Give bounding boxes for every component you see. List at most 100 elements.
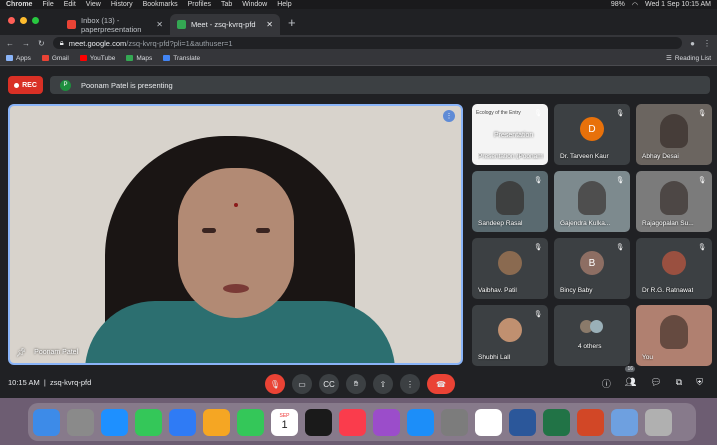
camera-icon: ▭ [298, 379, 306, 389]
bookmark-gmail[interactable]: Gmail [41, 55, 69, 62]
participant-tile[interactable]: Sandeep Rasal 🎙︎ [472, 171, 548, 232]
activities-icon[interactable]: ⧉ [676, 377, 682, 390]
reading-list-button[interactable]: ☰ Reading List [666, 54, 711, 63]
shared-slide-thumbnail: Ecology of the Entry [476, 110, 521, 116]
url-path: /zsq-kvrq-pfd?pli=1&authuser=1 [126, 38, 233, 48]
close-icon[interactable]: ✕ [156, 20, 163, 29]
participant-tile[interactable]: Rajagopalan Su... 🎙︎ [636, 171, 712, 232]
bookmark-translate[interactable]: Translate [163, 55, 200, 62]
close-window-button[interactable] [8, 17, 15, 24]
more-options-button[interactable]: ⋮ [400, 374, 420, 394]
bookmark-apps[interactable]: Apps [6, 55, 31, 62]
menu-kebab-icon[interactable]: ⋮ [703, 39, 711, 48]
dock-podcasts-icon[interactable] [373, 408, 400, 436]
participant-tile[interactable]: Vaibhav. Patil 🎙︎ [472, 238, 548, 299]
mic-off-icon: 🎙︎ [697, 110, 707, 117]
dock-mail-icon[interactable] [169, 408, 196, 436]
pin-icon[interactable]: 📌︎ [16, 348, 26, 357]
participant-tile[interactable]: Dr R.G. Ratnawat 🎙︎ [636, 238, 712, 299]
menu-bookmarks[interactable]: Bookmarks [143, 1, 178, 8]
slide-heading: Presentation [494, 132, 534, 139]
main-speaker-video[interactable]: ⋮ 📌︎ Poonam Patel [8, 104, 463, 365]
participant-tile[interactable]: Gajendra Kulka... 🎙︎ [554, 171, 630, 232]
participant-tile[interactable]: You [636, 305, 712, 366]
participant-name: 4 others [578, 343, 602, 350]
captions-button[interactable]: CC [319, 374, 339, 394]
clock[interactable]: Wed 1 Sep 10:15 AM [645, 1, 711, 9]
mic-off-icon: 🎙︎ [269, 379, 281, 389]
tab-inbox[interactable]: Inbox (13) - paperpresentation ✕ [60, 14, 170, 35]
participant-tile[interactable]: Shubhi Lall 🎙︎ [472, 305, 548, 366]
participant-tile[interactable]: Abhay Desai 🎙︎ [636, 104, 712, 165]
back-icon[interactable]: ← [6, 39, 14, 48]
dock-tv-icon[interactable] [305, 408, 332, 436]
minimize-window-button[interactable] [20, 17, 27, 24]
dock-launchpad-icon[interactable] [67, 408, 94, 436]
menu-edit[interactable]: Edit [64, 1, 76, 8]
menu-view[interactable]: View [86, 1, 101, 8]
participant-name: Sandeep Rasal [478, 220, 523, 227]
wifi-icon[interactable]: ◠ [632, 1, 638, 9]
dock-messages-icon[interactable] [135, 408, 162, 436]
dock-preview-icon[interactable] [611, 408, 638, 436]
profile-avatar[interactable]: ● [690, 39, 695, 48]
dock-excel-icon[interactable] [543, 408, 570, 436]
bookmark-youtube[interactable]: YouTube [79, 55, 115, 62]
meet-icon [177, 20, 186, 29]
zoom-window-button[interactable] [32, 17, 39, 24]
participant-tile[interactable]: D Dr. Tarveen Kaur 🎙︎ [554, 104, 630, 165]
dock-powerpoint-icon[interactable] [577, 408, 604, 436]
recording-badge[interactable]: REC [8, 76, 43, 94]
camera-button[interactable]: ▭ [292, 374, 312, 394]
forward-icon[interactable]: → [22, 39, 30, 48]
participant-tile[interactable]: 4 others [554, 305, 630, 366]
menu-profiles[interactable]: Profiles [188, 1, 211, 8]
new-tab-button[interactable]: + [280, 15, 304, 35]
dock-music-icon[interactable] [339, 408, 366, 436]
audio-level-icon[interactable]: ⋮ [443, 110, 455, 122]
menubar-app[interactable]: Chrome [6, 1, 32, 8]
close-icon[interactable]: ✕ [266, 20, 273, 29]
dock-app-store-icon[interactable] [407, 408, 434, 436]
bookmark-maps[interactable]: Maps [126, 55, 152, 62]
chat-icon[interactable]: 💬︎ [650, 377, 661, 390]
participant-tile[interactable]: Ecology of the Entry Presentation Presenta… [472, 104, 548, 165]
dock-preferences-icon[interactable] [441, 408, 468, 436]
meet-page: REC P Poonam Patel is presenting ⋮ 📌︎ Poo… [0, 66, 717, 398]
main-speaker-label: 📌︎ Poonam Patel [16, 348, 78, 357]
dock-chrome-icon[interactable] [475, 408, 502, 436]
menu-file[interactable]: File [42, 1, 53, 8]
participant-photo-avatar [498, 251, 522, 275]
dock-photos-icon[interactable] [203, 408, 230, 436]
host-controls-icon[interactable]: ⛨ [696, 377, 703, 390]
info-icon[interactable]: ⓘ [602, 377, 611, 390]
menu-history[interactable]: History [111, 1, 133, 8]
meeting-details[interactable]: 10:15 AM | zsq-kvrq-pfd [8, 378, 91, 387]
leave-call-button[interactable]: ☎︎ [427, 374, 455, 394]
tab-meet[interactable]: Meet - zsq-kvrq-pfd ✕ [170, 14, 280, 35]
participant-name: Vaibhav. Patil [478, 287, 517, 294]
menu-help[interactable]: Help [277, 1, 291, 8]
youtube-icon [79, 55, 87, 61]
people-count-badge: 16 [625, 366, 635, 372]
participant-name: Rajagopalan Su... [642, 220, 694, 227]
reload-icon[interactable]: ↻ [38, 39, 45, 48]
participant-name: Gajendra Kulka... [560, 220, 611, 227]
dock-safari-icon[interactable] [101, 408, 128, 436]
people-icon[interactable]: 👥︎ [625, 377, 636, 390]
mic-muted-button[interactable]: 🎙︎ [265, 374, 285, 394]
dock-trash-icon[interactable] [645, 408, 672, 436]
address-bar[interactable]: 🔒︎ meet.google.com/zsq-kvrq-pfd?pli=1&au… [52, 37, 683, 49]
menu-window[interactable]: Window [242, 1, 267, 8]
dock-finder-icon[interactable] [33, 408, 60, 436]
participant-tile[interactable]: B Bincy Baby 🎙︎ [554, 238, 630, 299]
dock-word-icon[interactable] [509, 408, 536, 436]
battery-level: 98% [610, 0, 625, 8]
menu-tab[interactable]: Tab [221, 1, 232, 8]
present-button[interactable]: ⇧ [373, 374, 393, 394]
meeting-time: 10:15 AM [8, 378, 40, 387]
raise-hand-button[interactable]: ✋︎ [346, 374, 366, 394]
dock-facetime-icon[interactable] [237, 408, 264, 436]
participant-video-figure [660, 114, 688, 148]
dock-calendar-icon[interactable]: SEP 1 [271, 408, 298, 436]
